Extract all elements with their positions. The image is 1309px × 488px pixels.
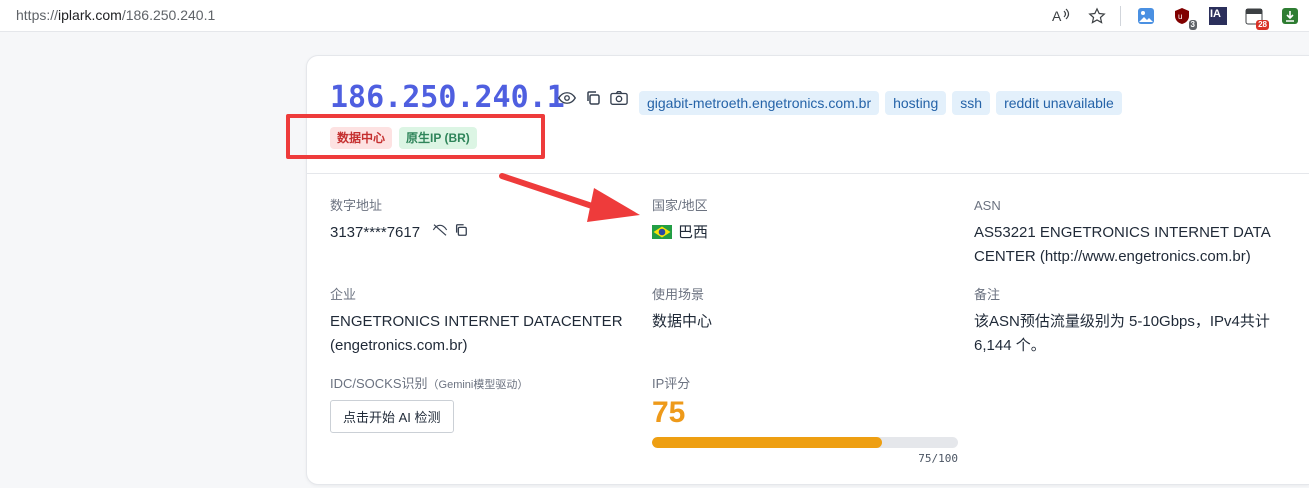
eye-off-icon[interactable] xyxy=(432,221,448,245)
badge-list: 数据中心 原生IP (BR) xyxy=(330,127,477,149)
ublock-icon[interactable]: u 3 xyxy=(1171,5,1197,30)
svg-text:u: u xyxy=(1178,12,1182,21)
toolbar-icons: A u 3 IA 28 xyxy=(1036,5,1301,30)
card-header: 186.250.240.1 gigabit-metroeth.engetroni… xyxy=(307,56,1309,174)
field-usage: 使用场景 数据中心 xyxy=(652,286,712,334)
browser-toolbar: https://iplark.com/186.250.240.1 A u 3 I… xyxy=(0,0,1309,32)
field-label: IP评分 xyxy=(652,376,691,391)
usage-value: 数据中心 xyxy=(652,313,713,330)
field-digital-address: 数字地址 3137****7617 xyxy=(330,197,468,245)
tag-ssh[interactable]: ssh xyxy=(952,91,991,115)
copy-icon[interactable] xyxy=(583,88,603,108)
ublock-badge: 3 xyxy=(1188,20,1197,30)
image-extension-icon[interactable] xyxy=(1135,5,1157,27)
copy-icon[interactable] xyxy=(454,221,468,245)
field-label: 数字地址 xyxy=(330,198,383,213)
asn-value-line2: CENTER (http://www.engetronics.com.br) xyxy=(974,248,1251,265)
note-value-line2: 6,144 个。 xyxy=(974,337,1046,354)
score-progress-text: 75/100 xyxy=(918,452,958,465)
eye-icon[interactable] xyxy=(557,88,577,108)
field-note: 备注 该ASN预估流量级别为 5-10Gbps，IPv4共计 6,144 个。 xyxy=(974,286,1270,358)
tag-list: gigabit-metroeth.engetronics.com.br host… xyxy=(639,91,1122,115)
address-bar[interactable]: https://iplark.com/186.250.240.1 xyxy=(16,7,215,23)
field-label: 备注 xyxy=(974,287,1001,302)
tag-reddit[interactable]: reddit unavailable xyxy=(996,91,1122,115)
idc-label: IDC/SOCKS识别 xyxy=(330,376,428,391)
ia-label: IA xyxy=(1210,8,1221,20)
field-label: ASN xyxy=(974,198,1001,213)
svg-text:A: A xyxy=(1052,8,1062,24)
toolbar-separator xyxy=(1120,6,1121,26)
ip-actions xyxy=(557,88,629,108)
company-value-line1: ENGETRONICS INTERNET DATACENTER xyxy=(330,313,623,330)
ia-extension-icon[interactable]: IA xyxy=(1207,5,1229,27)
field-asn: ASN AS53221 ENGETRONICS INTERNET DATA CE… xyxy=(974,197,1271,269)
score-progress-fill xyxy=(652,437,882,448)
star-icon[interactable] xyxy=(1086,5,1108,27)
calendar-icon[interactable]: 28 xyxy=(1243,5,1269,30)
camera-icon[interactable] xyxy=(609,88,629,108)
brazil-flag-icon xyxy=(652,223,672,239)
field-country: 国家/地区 巴西 xyxy=(652,197,708,245)
download-icon[interactable] xyxy=(1279,5,1301,27)
tag-hosting[interactable]: hosting xyxy=(885,91,947,115)
ip-info-card: 186.250.240.1 gigabit-metroeth.engetroni… xyxy=(306,55,1309,485)
badge-native-ip: 原生IP (BR) xyxy=(399,127,477,149)
url-scheme: https:// xyxy=(16,7,59,23)
url-host: iplark.com xyxy=(58,7,122,23)
ip-address-title: 186.250.240.1 xyxy=(330,80,565,115)
calendar-badge: 28 xyxy=(1256,20,1269,30)
digital-address-value: 3137****7617 xyxy=(330,224,421,241)
field-label: 使用场景 xyxy=(652,287,705,302)
start-ai-detect-button[interactable]: 点击开始 AI 检测 xyxy=(330,400,454,433)
field-label: 企业 xyxy=(330,287,357,302)
company-value-line2: (engetronics.com.br) xyxy=(330,337,468,354)
asn-value-line1: AS53221 ENGETRONICS INTERNET DATA xyxy=(974,224,1271,241)
badge-datacenter: 数据中心 xyxy=(330,127,393,149)
ip-score-value: 75 xyxy=(652,396,686,429)
url-path: /186.250.240.1 xyxy=(121,7,216,23)
field-ip-score: IP评分 75 75/100 xyxy=(652,375,958,465)
field-company: 企业 ENGETRONICS INTERNET DATACENTER (enge… xyxy=(330,286,623,358)
idc-label-small: （Gemini模型驱动） xyxy=(427,379,529,391)
country-value: 巴西 xyxy=(678,224,709,241)
field-idc: IDC/SOCKS识别（Gemini模型驱动） 点击开始 AI 检测 xyxy=(330,375,528,433)
score-progress-bar xyxy=(652,437,958,448)
read-aloud-icon[interactable]: A xyxy=(1050,5,1072,27)
note-value-line1: 该ASN预估流量级别为 5-10Gbps，IPv4共计 xyxy=(974,313,1270,330)
field-label: 国家/地区 xyxy=(652,198,708,213)
tag-hostname[interactable]: gigabit-metroeth.engetronics.com.br xyxy=(639,91,880,115)
